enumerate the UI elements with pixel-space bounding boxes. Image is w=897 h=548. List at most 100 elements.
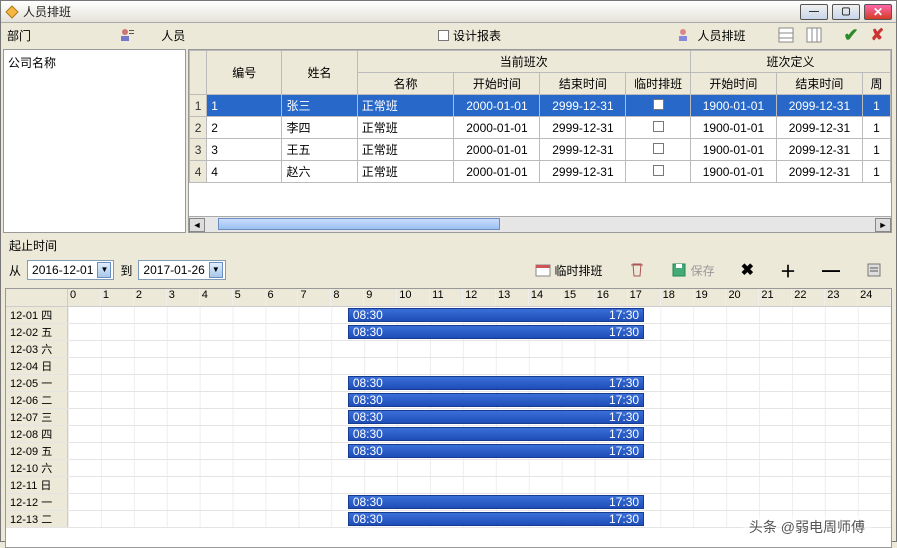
shift-bar[interactable]: 08:3017:30 — [348, 376, 644, 390]
grid-icon-2[interactable] — [800, 25, 828, 45]
dropdown-icon[interactable]: ▼ — [209, 262, 223, 278]
schedule-row[interactable]: 12-10 六 — [6, 460, 891, 477]
schedule-hour-header: 0123456789101112131415161718192021222324 — [68, 289, 891, 306]
dropdown-icon[interactable]: ▼ — [97, 262, 111, 278]
cancel-button[interactable]: ✘ — [865, 23, 890, 47]
properties-button[interactable] — [860, 260, 888, 280]
day-label: 12-02 五 — [6, 324, 68, 340]
day-label: 12-05 一 — [6, 375, 68, 391]
row-header[interactable]: 4 — [190, 161, 207, 183]
day-label: 12-10 六 — [6, 460, 68, 476]
schedule-row[interactable]: 12-09 五 08:3017:30 — [6, 443, 891, 460]
from-label: 从 — [9, 262, 21, 279]
col-name[interactable]: 姓名 — [282, 51, 357, 95]
dept-tool-icon[interactable] — [113, 25, 141, 45]
shift-bar[interactable]: 08:3017:30 — [348, 325, 644, 339]
schedule-row[interactable]: 12-04 日 — [6, 358, 891, 375]
col-group-def: 班次定义 — [690, 51, 890, 73]
temp-schedule-button[interactable]: 临时排班 — [529, 260, 609, 281]
table-row[interactable]: 2 2李四 正常班2000-01-012999-12-31 1900-01-01… — [190, 117, 891, 139]
day-label: 12-12 一 — [6, 494, 68, 510]
shift-bar[interactable]: 08:3017:30 — [348, 444, 644, 458]
clear-button[interactable]: ✖ — [735, 258, 760, 282]
col-group-current: 当前班次 — [357, 51, 690, 73]
scroll-left-icon[interactable]: ◄ — [189, 218, 205, 232]
shift-bar[interactable]: 08:3017:30 — [348, 495, 644, 509]
date-from-combo[interactable]: 2016-12-01▼ — [27, 260, 114, 280]
col-end[interactable]: 结束时间 — [540, 73, 626, 95]
checkbox-icon[interactable] — [653, 99, 664, 110]
schedule-row[interactable]: 12-02 五 08:3017:30 — [6, 324, 891, 341]
schedule-row[interactable]: 12-07 三 08:3017:30 — [6, 409, 891, 426]
maximize-button[interactable]: ▢ — [832, 4, 860, 20]
checkbox-icon — [438, 30, 449, 41]
dept-root-node[interactable]: 公司名称 — [8, 54, 181, 71]
add-button[interactable]: ＋ — [774, 256, 802, 284]
day-label: 12-13 二 — [6, 511, 68, 527]
schedule-body[interactable]: 12-01 四 08:3017:30 12-02 五 08:3017:30 12-03 … — [6, 307, 891, 548]
table-row[interactable]: 1 1张三 正常班2000-01-012999-12-31 1900-01-01… — [190, 95, 891, 117]
minimize-button[interactable]: — — [800, 4, 828, 20]
close-button[interactable]: ✕ — [864, 4, 892, 20]
day-label: 12-09 五 — [6, 443, 68, 459]
schedule-row[interactable]: 12-01 四 08:3017:30 — [6, 307, 891, 324]
dept-label: 部门 — [7, 27, 31, 44]
day-label: 12-06 二 — [6, 392, 68, 408]
checkbox-icon[interactable] — [653, 143, 664, 154]
row-header[interactable]: 2 — [190, 117, 207, 139]
table-row[interactable]: 3 3王五 正常班2000-01-012999-12-31 1900-01-01… — [190, 139, 891, 161]
delete-button[interactable] — [623, 260, 651, 280]
schedule-row[interactable]: 12-03 六 — [6, 341, 891, 358]
shift-bar[interactable]: 08:3017:30 — [348, 427, 644, 441]
col-dstart[interactable]: 开始时间 — [690, 73, 776, 95]
day-label: 12-11 日 — [6, 477, 68, 493]
shift-bar[interactable]: 08:3017:30 — [348, 393, 644, 407]
personnel-grid[interactable]: 编号 姓名 当前班次 班次定义 名称 开始时间 结束时间 临时排班 开始时间 结… — [189, 50, 891, 183]
schedule-row[interactable]: 12-06 二 08:3017:30 — [6, 392, 891, 409]
col-dend[interactable]: 结束时间 — [776, 73, 862, 95]
shift-bar[interactable]: 08:3017:30 — [348, 512, 644, 526]
scroll-right-icon[interactable]: ► — [875, 218, 891, 232]
row-header[interactable]: 3 — [190, 139, 207, 161]
col-number[interactable]: 编号 — [207, 51, 282, 95]
row-header[interactable]: 1 — [190, 95, 207, 117]
shift-bar[interactable]: 08:3017:30 — [348, 410, 644, 424]
remove-button[interactable]: — — [816, 258, 846, 283]
day-label: 12-07 三 — [6, 409, 68, 425]
schedule-row[interactable]: 12-08 四 08:3017:30 — [6, 426, 891, 443]
col-cycle[interactable]: 周 — [862, 73, 890, 95]
upper-toolbar: 部门 人员 设计报表 人员排班 ✔ ✘ — [1, 23, 896, 47]
day-label: 12-04 日 — [6, 358, 68, 374]
day-label: 12-01 四 — [6, 307, 68, 323]
window-title: 人员排班 — [23, 3, 796, 20]
date-to-combo[interactable]: 2017-01-26▼ — [138, 260, 225, 280]
col-temp[interactable]: 临时排班 — [626, 73, 691, 95]
grid-icon-1[interactable] — [772, 25, 800, 45]
checkbox-icon[interactable] — [653, 121, 664, 132]
design-report-button[interactable]: 设计报表 — [432, 25, 507, 46]
mid-toolbar: 临时排班 保存 ✖ ＋ — — [234, 254, 896, 286]
personnel-label: 人员 — [161, 27, 185, 44]
person-schedule-button[interactable]: 人员排班 — [671, 25, 751, 46]
time-range-panel: 从 2016-12-01▼ 到 2017-01-26▼ — [1, 256, 234, 284]
to-label: 到 — [120, 262, 132, 279]
col-shift[interactable]: 名称 — [357, 73, 454, 95]
schedule-row[interactable]: 12-12 一 08:3017:30 — [6, 494, 891, 511]
shift-bar[interactable]: 08:3017:30 — [348, 308, 644, 322]
col-start[interactable]: 开始时间 — [454, 73, 540, 95]
grid-hscrollbar[interactable]: ◄ ► — [189, 216, 891, 232]
confirm-button[interactable]: ✔ — [838, 23, 865, 48]
dept-tree-panel[interactable]: 公司名称 — [3, 49, 186, 233]
titlebar: 人员排班 — ▢ ✕ — [1, 1, 896, 23]
schedule-row[interactable]: 12-05 一 08:3017:30 — [6, 375, 891, 392]
save-button[interactable]: 保存 — [665, 260, 721, 281]
app-icon — [5, 5, 19, 19]
schedule-panel: 0123456789101112131415161718192021222324… — [5, 288, 892, 548]
checkbox-icon[interactable] — [653, 165, 664, 176]
personnel-grid-panel: 编号 姓名 当前班次 班次定义 名称 开始时间 结束时间 临时排班 开始时间 结… — [188, 49, 892, 233]
watermark: 头条 @弱电周师傅 — [743, 515, 871, 539]
day-label: 12-08 四 — [6, 426, 68, 442]
time-range-label: 起止时间 — [1, 235, 896, 254]
table-row[interactable]: 4 4赵六 正常班2000-01-012999-12-31 1900-01-01… — [190, 161, 891, 183]
schedule-row[interactable]: 12-11 日 — [6, 477, 891, 494]
